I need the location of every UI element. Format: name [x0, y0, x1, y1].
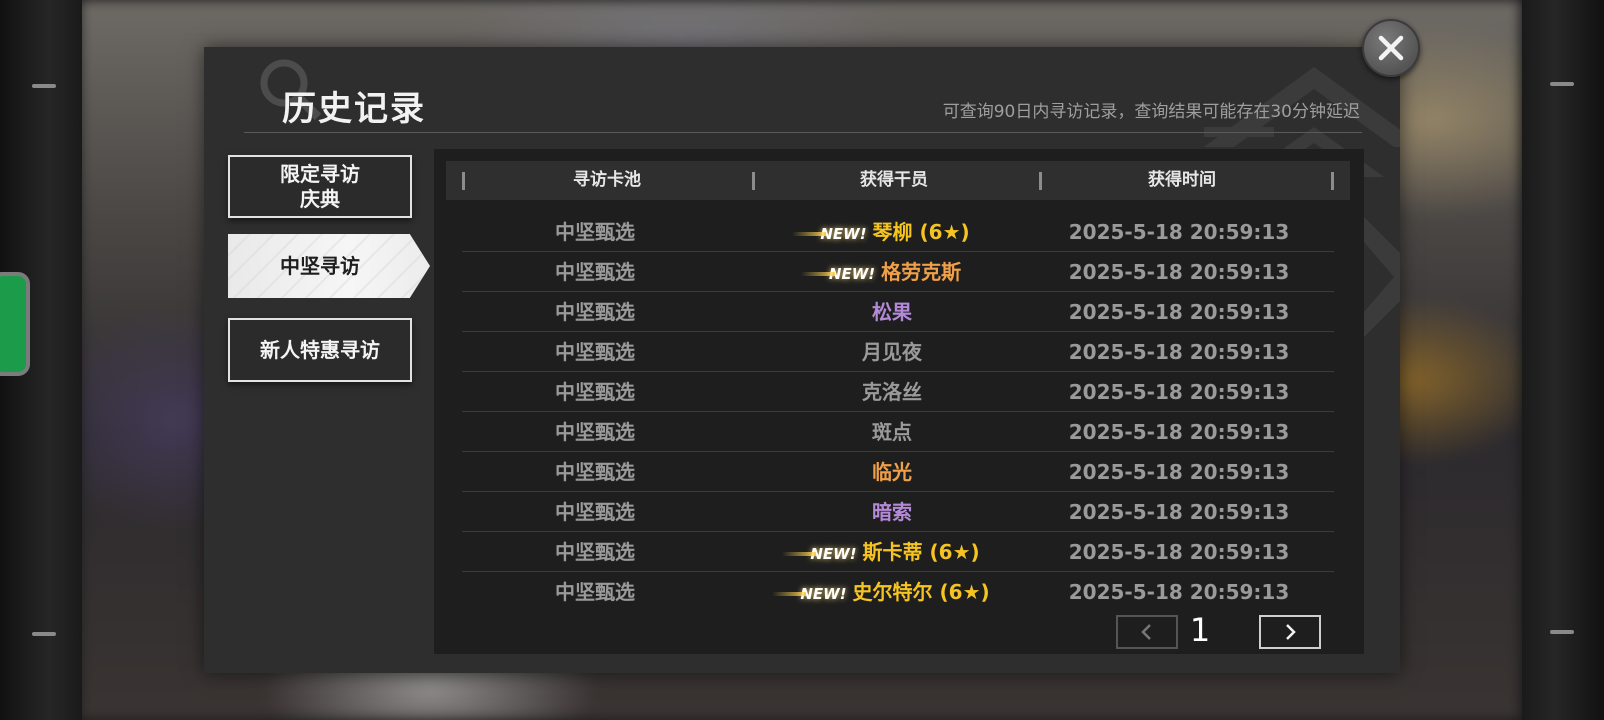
operator-cell: NEW! 史尔特尔 (6★) [742, 572, 1042, 612]
pool-cell: 中坚甄选 [555, 500, 635, 524]
operator-cell: 斑点 [742, 412, 1042, 452]
operator-name: 琴柳 (6★) [872, 220, 970, 244]
history-dialog: 历史记录 可查询90日内寻访记录，查询结果可能存在30分钟延迟 限定寻访 庆典 … [204, 47, 1400, 673]
time-cell: 2025-5-18 20:59:13 [1068, 460, 1290, 484]
close-icon [1378, 35, 1404, 61]
tab-standard-headhunting[interactable]: 中坚寻访 [228, 234, 430, 298]
new-badge: NEW! [782, 534, 857, 574]
chat-tab[interactable] [0, 272, 30, 376]
table-row: 中坚甄选 NEW! 格劳克斯 2025-5-18 20:59:13 [462, 252, 1334, 292]
pool-cell: 中坚甄选 [555, 380, 635, 404]
dialog-subtitle: 可查询90日内寻访记录，查询结果可能存在30分钟延迟 [942, 102, 1360, 122]
records-panel: 寻访卡池 获得干员 获得时间 中坚甄选 NEW! 琴柳 (6★) 2025-5-18 … [434, 149, 1364, 654]
time-cell: 2025-5-18 20:59:13 [1068, 340, 1290, 364]
table-row: 中坚甄选 斑点 2025-5-18 20:59:13 [462, 412, 1334, 452]
chevron-left-icon [1141, 624, 1151, 640]
operator-name: 月见夜 [862, 340, 922, 364]
operator-cell: NEW! 琴柳 (6★) [742, 212, 1042, 252]
table-row: 中坚甄选 暗索 2025-5-18 20:59:13 [462, 492, 1334, 532]
tab-label: 限定寻访 [280, 161, 360, 186]
left-device-bezel [0, 0, 82, 720]
table-row: 中坚甄选 松果 2025-5-18 20:59:13 [462, 292, 1334, 332]
page-number: 1 [1189, 611, 1211, 649]
operator-name: 格劳克斯 [881, 260, 962, 284]
time-cell: 2025-5-18 20:59:13 [1068, 220, 1290, 244]
time-cell: 2025-5-18 20:59:13 [1068, 300, 1290, 324]
tab-label: 庆典 [300, 186, 340, 211]
operator-name: 松果 [872, 300, 912, 324]
operator-cell: NEW! 格劳克斯 [742, 252, 1042, 292]
pool-cell: 中坚甄选 [555, 300, 635, 324]
time-cell: 2025-5-18 20:59:13 [1068, 540, 1290, 564]
title-divider [244, 132, 1362, 133]
pool-cell: 中坚甄选 [555, 220, 635, 244]
chevron-right-icon [1286, 624, 1296, 640]
time-cell: 2025-5-18 20:59:13 [1068, 420, 1290, 444]
column-header-pool: 寻访卡池 [573, 170, 641, 190]
operator-name: 斯卡蒂 (6★) [862, 540, 980, 564]
table-row: 中坚甄选 NEW! 斯卡蒂 (6★) 2025-5-18 20:59:13 [462, 532, 1334, 572]
operator-name: 临光 [872, 460, 912, 484]
time-cell: 2025-5-18 20:59:13 [1068, 500, 1290, 524]
new-badge: NEW! [792, 214, 867, 254]
table-row: 中坚甄选 NEW! 史尔特尔 (6★) 2025-5-18 20:59:13 [462, 572, 1334, 612]
table-row: 中坚甄选 NEW! 琴柳 (6★) 2025-5-18 20:59:13 [462, 212, 1334, 252]
new-badge: NEW! [800, 254, 875, 294]
operator-cell: 克洛丝 [742, 372, 1042, 412]
dialog-title: 历史记录 [282, 89, 426, 129]
pool-cell: 中坚甄选 [555, 540, 635, 564]
pool-cell: 中坚甄选 [555, 260, 635, 284]
operator-name: 斑点 [872, 420, 912, 444]
operator-cell: NEW! 斯卡蒂 (6★) [742, 532, 1042, 572]
pool-cell: 中坚甄选 [555, 580, 635, 604]
time-cell: 2025-5-18 20:59:13 [1068, 260, 1290, 284]
pool-cell: 中坚甄选 [555, 340, 635, 364]
operator-name: 史尔特尔 (6★) [852, 580, 990, 604]
right-device-bezel [1522, 0, 1604, 720]
column-header-operator: 获得干员 [860, 170, 928, 190]
operator-name: 暗索 [872, 500, 912, 524]
tab-label: 中坚寻访 [280, 253, 360, 278]
time-cell: 2025-5-18 20:59:13 [1068, 380, 1290, 404]
operator-cell: 松果 [742, 292, 1042, 332]
tab-newbie-headhunting[interactable]: 新人特惠寻访 [228, 318, 412, 382]
column-header-time: 获得时间 [1148, 170, 1216, 190]
header-separator [1331, 172, 1334, 190]
operator-cell: 临光 [742, 452, 1042, 492]
new-badge: NEW! [772, 574, 847, 614]
operator-cell: 月见夜 [742, 332, 1042, 372]
bezel-dash [32, 84, 56, 88]
records-list: 中坚甄选 NEW! 琴柳 (6★) 2025-5-18 20:59:13 中坚甄选 NEW… [462, 212, 1334, 612]
next-page-button[interactable] [1259, 615, 1321, 649]
tab-label: 新人特惠寻访 [260, 337, 380, 362]
table-row: 中坚甄选 克洛丝 2025-5-18 20:59:13 [462, 372, 1334, 412]
previous-page-button[interactable] [1116, 615, 1178, 649]
pool-cell: 中坚甄选 [555, 460, 635, 484]
bezel-dash [1550, 82, 1574, 86]
table-header: 寻访卡池 获得干员 获得时间 [446, 161, 1350, 200]
operator-cell: 暗索 [742, 492, 1042, 532]
time-cell: 2025-5-18 20:59:13 [1068, 580, 1290, 604]
operator-name: 克洛丝 [862, 380, 922, 404]
table-row: 中坚甄选 临光 2025-5-18 20:59:13 [462, 452, 1334, 492]
bezel-dash [32, 632, 56, 636]
pool-cell: 中坚甄选 [555, 420, 635, 444]
bezel-dash [1550, 630, 1574, 634]
table-row: 中坚甄选 月见夜 2025-5-18 20:59:13 [462, 332, 1334, 372]
close-button[interactable] [1362, 19, 1420, 77]
tab-limited-headhunting[interactable]: 限定寻访 庆典 [228, 155, 412, 218]
